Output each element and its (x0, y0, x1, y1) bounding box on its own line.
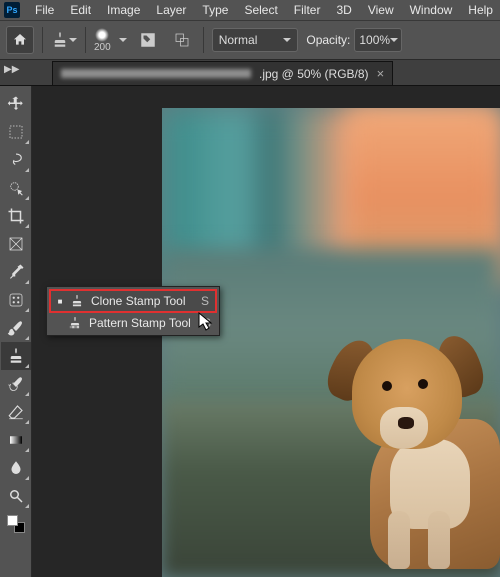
marquee-tool[interactable] (1, 118, 31, 146)
marquee-tool-icon (7, 123, 25, 141)
dodge-tool-icon (7, 487, 25, 505)
app-icon: Ps (4, 2, 20, 18)
menu-select[interactable]: Select (237, 1, 284, 19)
healing-brush-tool-icon (7, 291, 25, 309)
flyout-item-shortcut: S (201, 294, 209, 308)
chevron-down-icon (283, 38, 291, 42)
menu-3d[interactable]: 3D (329, 1, 358, 19)
menu-bar: Ps File Edit Image Layer Type Select Fil… (0, 0, 500, 20)
frame-tool-icon (7, 235, 25, 253)
expand-panels-button[interactable]: ▶▶ (4, 64, 19, 75)
blur-tool-icon (7, 459, 25, 477)
flyout-item-shortcut: S (203, 316, 211, 330)
chevron-down-icon[interactable] (119, 38, 127, 42)
photo-subject-dog (300, 309, 500, 569)
filename-redacted (61, 69, 251, 78)
move-tool[interactable] (1, 90, 31, 118)
menu-image[interactable]: Image (100, 1, 147, 19)
menu-file[interactable]: File (28, 1, 61, 19)
document-tab[interactable]: .jpg @ 50% (RGB/8) × (52, 61, 393, 85)
brush-tool[interactable] (1, 314, 31, 342)
menu-filter[interactable]: Filter (287, 1, 328, 19)
brush-panel-icon (139, 31, 157, 49)
opacity-input[interactable]: 100% (354, 28, 402, 52)
healing-brush-tool[interactable] (1, 286, 31, 314)
history-brush-tool-icon (7, 375, 25, 393)
blur-tool[interactable] (1, 454, 31, 482)
chevron-down-icon (390, 38, 398, 42)
eraser-tool-icon (7, 403, 25, 421)
flyout-item-pattern-stamp-tool[interactable]: Pattern Stamp Tool S (49, 313, 217, 333)
close-tab-button[interactable]: × (377, 66, 385, 81)
clone-stamp-tool-icon (7, 347, 25, 365)
eraser-tool[interactable] (1, 398, 31, 426)
history-brush-tool[interactable] (1, 370, 31, 398)
brush-tool-icon (7, 319, 25, 337)
flyout-item-label: Clone Stamp Tool (91, 294, 195, 308)
document-tab-strip: .jpg @ 50% (RGB/8) × (0, 60, 500, 86)
options-bar: 200 Normal Opacity: 100% (0, 20, 500, 60)
foreground-background-colors[interactable] (1, 510, 31, 538)
tools-panel (0, 86, 32, 577)
menu-view[interactable]: View (361, 1, 401, 19)
blend-mode-select[interactable]: Normal (212, 28, 299, 52)
quick-select-tool-icon (7, 179, 25, 197)
brush-preset-picker[interactable]: 200 (94, 28, 111, 53)
home-icon (12, 32, 28, 48)
clone-source-icon (173, 31, 191, 49)
menu-layer[interactable]: Layer (149, 1, 193, 19)
flyout-item-label: Pattern Stamp Tool (89, 316, 197, 330)
quick-select-tool[interactable] (1, 174, 31, 202)
tool-flyout-menu: ■ Clone Stamp Tool S Pattern Stamp Tool S (46, 286, 220, 336)
stamp-icon (69, 294, 85, 308)
lasso-tool[interactable] (1, 146, 31, 174)
selected-indicator: ■ (57, 297, 63, 306)
separator (42, 27, 43, 53)
gradient-tool-icon (7, 431, 25, 449)
crop-tool[interactable] (1, 202, 31, 230)
eyedropper-tool[interactable] (1, 258, 31, 286)
opacity-value: 100% (359, 33, 390, 47)
separator (85, 27, 86, 53)
brush-size-label: 200 (94, 42, 111, 53)
move-tool-icon (7, 95, 25, 113)
tab-suffix: .jpg @ 50% (RGB/8) (259, 67, 369, 81)
clone-source-button[interactable] (169, 27, 195, 53)
document-canvas[interactable] (162, 108, 500, 577)
pattern-stamp-icon (67, 316, 83, 330)
eyedropper-tool-icon (7, 263, 25, 281)
tool-preset-picker[interactable] (51, 31, 77, 49)
gradient-tool[interactable] (1, 426, 31, 454)
blend-mode-value: Normal (219, 33, 258, 47)
brush-settings-button[interactable] (135, 27, 161, 53)
chevron-down-icon (69, 38, 77, 42)
menu-window[interactable]: Window (403, 1, 460, 19)
dodge-tool[interactable] (1, 482, 31, 510)
opacity-label: Opacity: (306, 33, 350, 47)
lasso-tool-icon (7, 151, 25, 169)
brush-preview-icon (95, 28, 109, 42)
flyout-item-clone-stamp-tool[interactable]: ■ Clone Stamp Tool S (49, 289, 217, 313)
menu-type[interactable]: Type (195, 1, 235, 19)
clone-stamp-tool[interactable] (1, 342, 31, 370)
menu-help[interactable]: Help (461, 1, 500, 19)
stamp-icon (51, 31, 69, 49)
separator (203, 27, 204, 53)
frame-tool[interactable] (1, 230, 31, 258)
crop-tool-icon (7, 207, 25, 225)
home-button[interactable] (6, 26, 34, 54)
menu-edit[interactable]: Edit (63, 1, 98, 19)
